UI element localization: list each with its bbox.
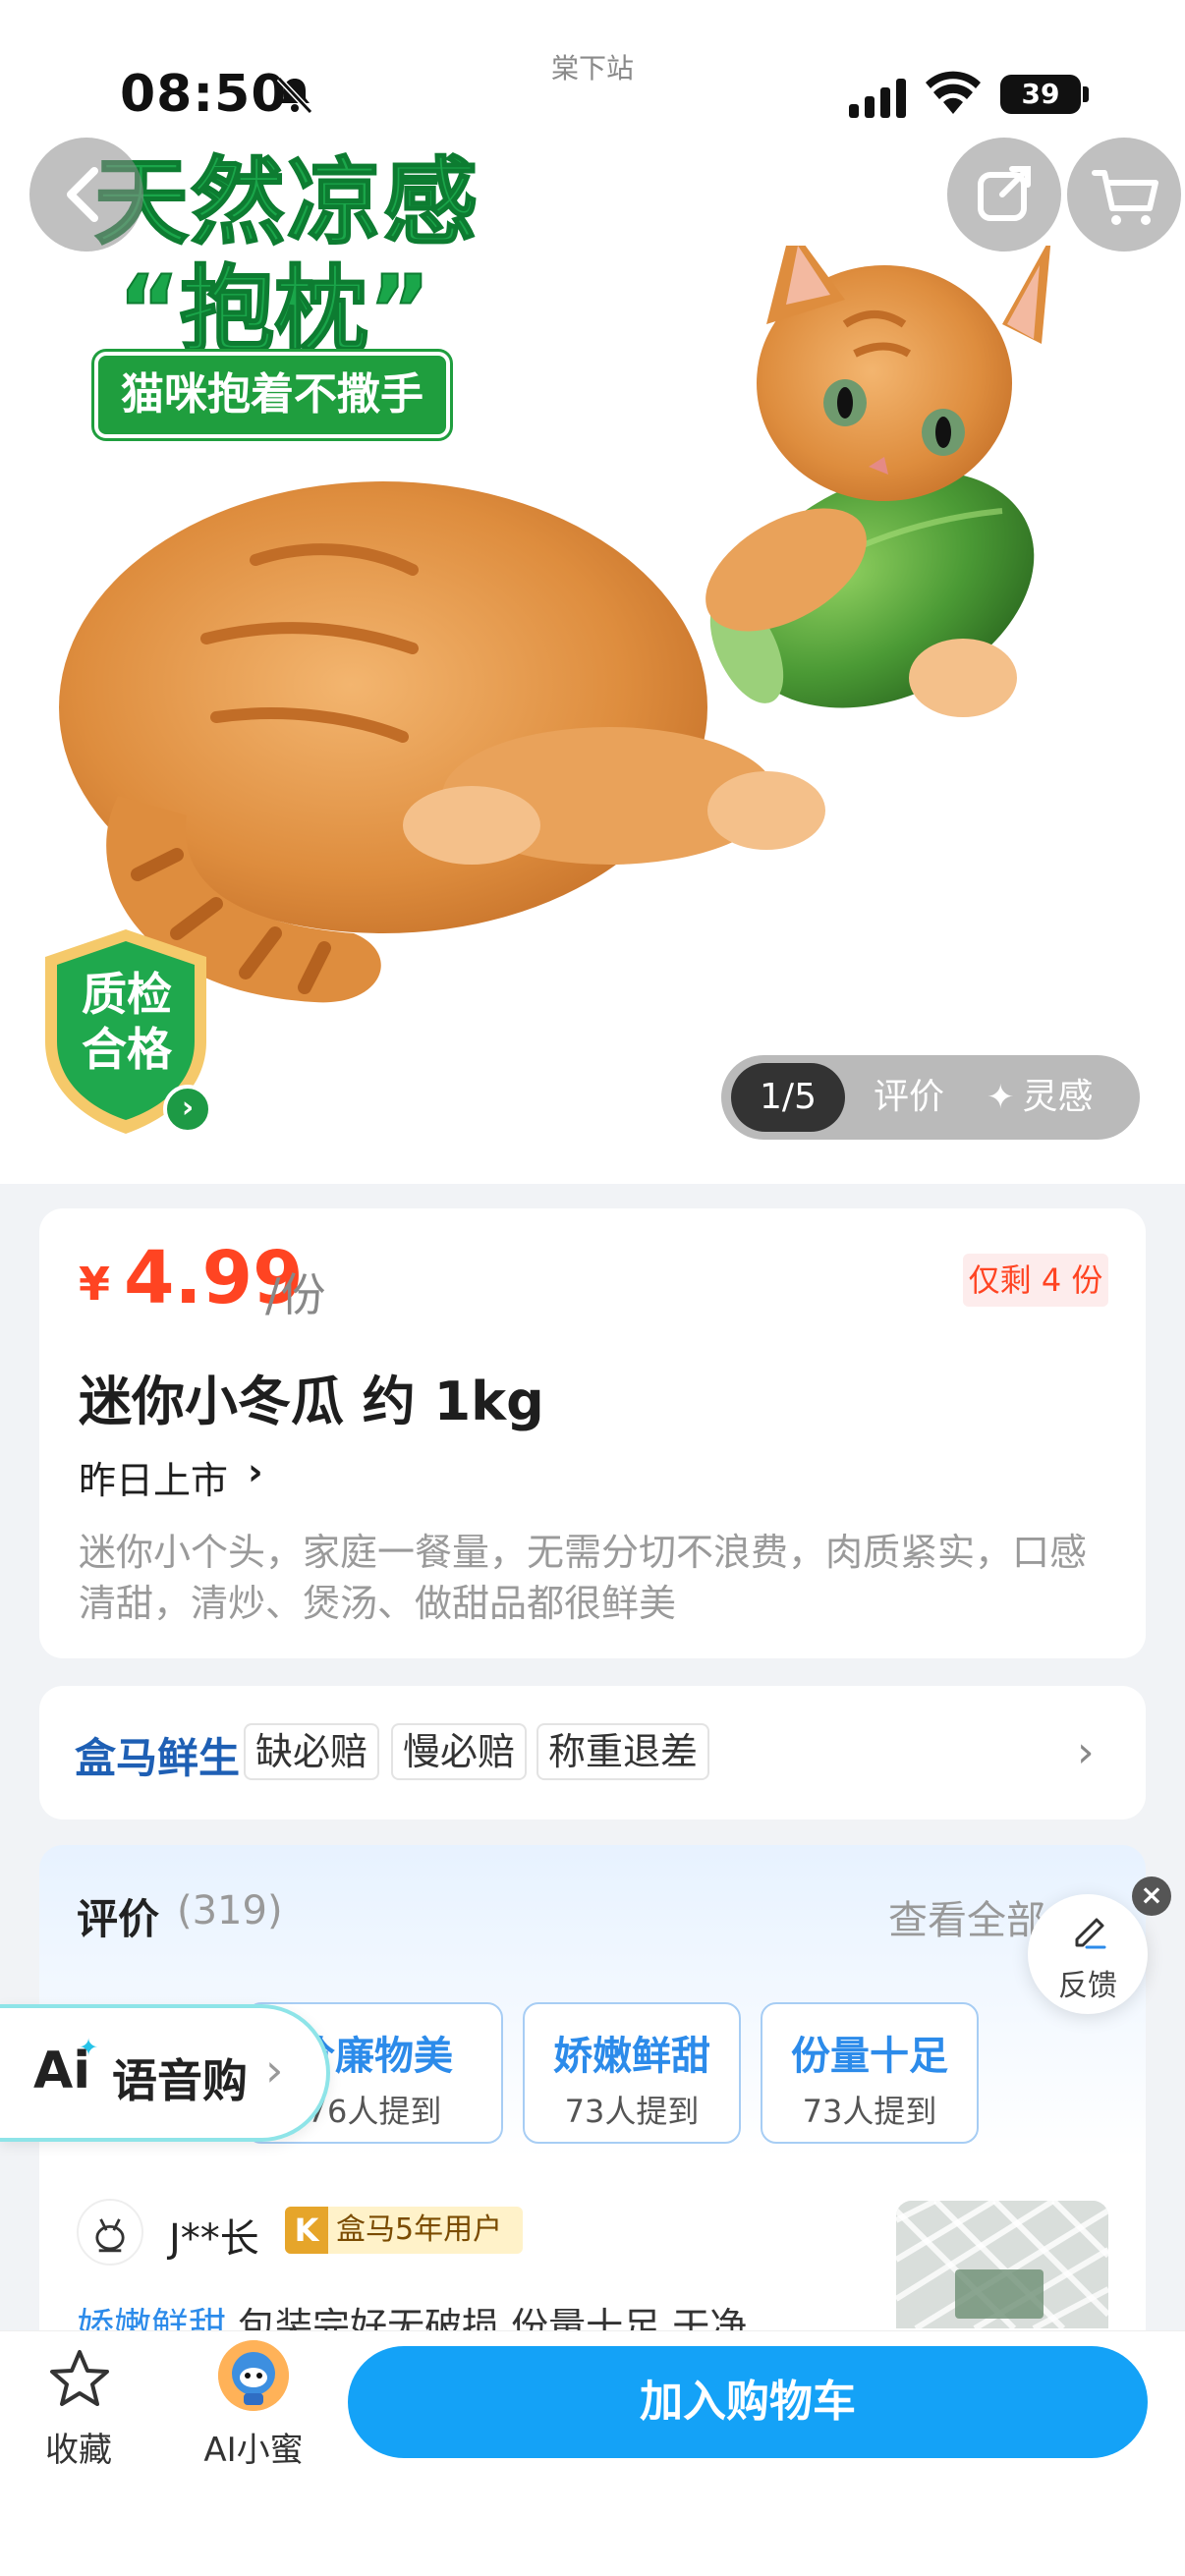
review-highlight: 娇嫩鲜甜 xyxy=(77,2305,227,2330)
star-icon[interactable] xyxy=(45,2344,114,2413)
service-chevron-icon[interactable]: › xyxy=(1077,1727,1095,1777)
service-brand: 盒马鲜生 xyxy=(75,1734,241,1782)
member-k-icon: K xyxy=(285,2207,328,2254)
qc-line1: 质检 xyxy=(82,968,172,1021)
add-to-cart-button[interactable]: 加入购物车 xyxy=(348,2346,1148,2458)
qc-chevron-icon[interactable]: › xyxy=(163,1085,212,1134)
review-photo[interactable] xyxy=(896,2201,1108,2328)
chevron-right-icon: › xyxy=(248,1450,263,1493)
close-icon[interactable]: × xyxy=(1132,1876,1171,1916)
share-icon xyxy=(978,166,1031,221)
avatar[interactable] xyxy=(77,2199,143,2266)
keyword-title: 娇嫩鲜甜 xyxy=(553,2034,710,2079)
keyword-title: 份量十足 xyxy=(791,2034,948,2079)
ai-assistant-icon[interactable] xyxy=(218,2340,289,2411)
sparkle-icon: ✦ xyxy=(987,1078,1015,1117)
status-time: 08:50 xyxy=(120,65,288,124)
gallery-review-tab[interactable]: 评价 xyxy=(865,1063,953,1132)
location-station: 棠下站 xyxy=(550,52,634,84)
service-tag: 称重退差 xyxy=(536,1723,709,1780)
promo-tag: 猫咪抱着不撒手 xyxy=(94,352,450,438)
status-bar: 08:50 棠下站 39 xyxy=(0,0,1185,138)
bell-off-icon xyxy=(276,76,313,115)
gallery-index[interactable]: 1/5 xyxy=(731,1063,845,1132)
gallery-inspiration-tab[interactable]: ✦ 灵感 xyxy=(987,1063,1130,1132)
qc-line2: 合格 xyxy=(82,1023,172,1076)
battery-cap xyxy=(1083,86,1089,102)
ai-voice-chevron-icon: › xyxy=(265,2044,284,2097)
reviews-count: (319) xyxy=(177,1888,283,1933)
quality-check-label: 质检 合格 xyxy=(59,967,195,1077)
promo-title-quote: “抱枕” xyxy=(117,254,431,366)
keyword-mentions: 73人提到 xyxy=(564,2093,700,2130)
back-icon xyxy=(67,167,98,222)
back-button[interactable] xyxy=(29,138,143,252)
share-button[interactable] xyxy=(947,138,1061,252)
keyword-mentions: 73人提到 xyxy=(802,2093,937,2130)
cart-button[interactable] xyxy=(1067,138,1181,252)
review-body: 包装完好无破损 份量十足 干净 xyxy=(226,2305,748,2330)
product-name: 迷你小冬瓜 约 1kg xyxy=(79,1371,544,1432)
feedback-label: 反馈 xyxy=(1058,1969,1117,2003)
review-keyword-chip[interactable]: 娇嫩鲜甜 73人提到 xyxy=(523,2002,741,2144)
favorite-label[interactable]: 收藏 xyxy=(29,2423,128,2471)
review-keyword-chip[interactable]: 份量十足 73人提到 xyxy=(761,2002,979,2144)
gallery-inspiration-label: 灵感 xyxy=(1022,1077,1094,1117)
price-currency: ¥ xyxy=(79,1258,111,1311)
ai-voice-label: 语音购 xyxy=(112,2054,248,2107)
ai-sparkle-icon: ✦ xyxy=(79,2034,99,2061)
price-unit: /份 xyxy=(265,1268,326,1321)
product-gallery[interactable]: 08:50 棠下站 39 天然凉感 “抱枕” 猫咪抱着不撒手 质检 合格 › 1… xyxy=(0,0,1185,1184)
battery-indicator: 39 xyxy=(1000,75,1081,114)
ai-assistant-label[interactable]: AI小蜜 xyxy=(193,2423,314,2471)
service-tag: 慢必赔 xyxy=(391,1723,527,1780)
reviews-title: 评价 xyxy=(77,1895,160,1943)
signal-icon xyxy=(849,79,906,118)
review-text[interactable]: 娇嫩鲜甜 包装完好无破损 份量十足 干净 xyxy=(77,2297,814,2330)
service-tag: 缺必赔 xyxy=(244,1723,379,1780)
wifi-icon xyxy=(926,71,981,114)
view-all-reviews-link[interactable]: 查看全部 xyxy=(888,1888,1045,1945)
stock-badge: 仅剩 4 份 xyxy=(963,1254,1108,1307)
listed-date-link[interactable]: 昨日上市 xyxy=(79,1450,228,1504)
reviewer-name: J**长 xyxy=(169,2216,259,2262)
product-description: 迷你小个头，家庭一餐量，无需分切不浪费，肉质紧实，口感清甜，清炒、煲汤、做甜品都… xyxy=(79,1531,1088,1625)
cart-icon xyxy=(1092,170,1158,225)
pencil-icon xyxy=(1075,1918,1106,1949)
